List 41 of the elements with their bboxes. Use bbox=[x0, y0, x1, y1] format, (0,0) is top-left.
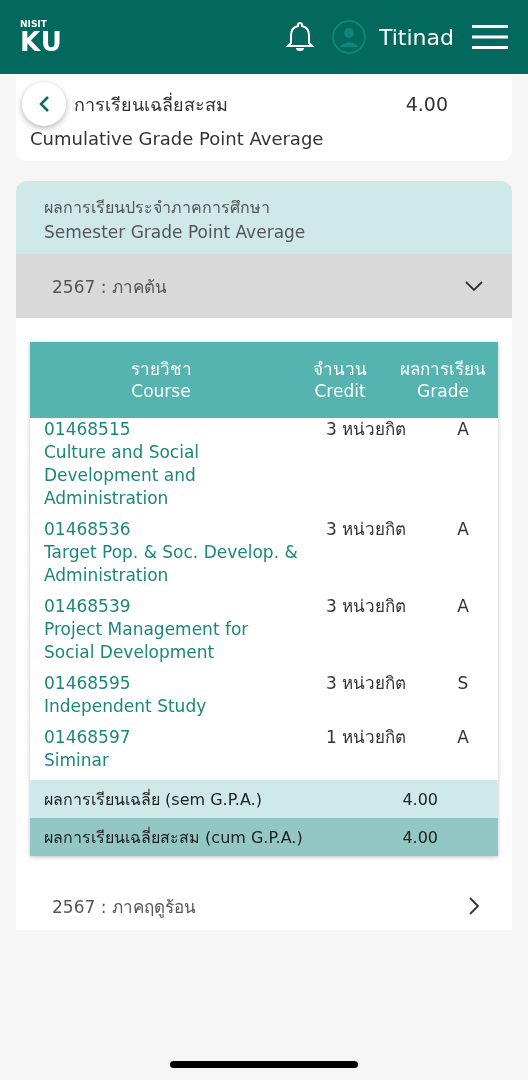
course-code: 01468597 bbox=[44, 726, 132, 749]
cumulative-label-english: Cumulative Grade Point Average bbox=[30, 128, 325, 149]
grade-cell-text: A bbox=[456, 595, 470, 618]
semester-title-english: Semester Grade Point Average bbox=[44, 222, 307, 242]
credit-cell-text: 3 หน่วยกิต bbox=[324, 672, 408, 695]
credit-cell-text: 3 หน่วยกิต bbox=[324, 518, 408, 541]
course-name: Culture and Social Development and Administration bbox=[44, 441, 201, 510]
menu-icon[interactable] bbox=[472, 24, 508, 50]
grade-cell-text: A bbox=[456, 418, 470, 441]
logo[interactable]: NISIT KU bbox=[20, 19, 63, 55]
logo-text: KU bbox=[20, 28, 63, 55]
semester-title: ผลการเรียนประจำภาคการศึกษา bbox=[44, 197, 271, 219]
grade-cell-text: S bbox=[456, 672, 470, 695]
gpa-label: ผลการเรียนเฉลี่ยสะสม (cum G.P.A.) bbox=[44, 826, 303, 849]
course-code: 01468595 bbox=[44, 672, 132, 695]
cumulative-label: การเรียนเฉลี่ยสะสม bbox=[74, 91, 229, 117]
course-code: 01468536 bbox=[44, 518, 132, 541]
grade-cell-text: A bbox=[456, 518, 470, 541]
course-name: Target Pop. & Soc. Develop. & Administration bbox=[44, 541, 299, 587]
column-header: รายวิชา Course bbox=[129, 357, 193, 403]
credit-cell-text: 3 หน่วยกิต bbox=[324, 595, 408, 618]
column-header: จำนวน Credit bbox=[312, 357, 368, 403]
gpa-label: ผลการเรียนเฉลี่ย (sem G.P.A.) bbox=[44, 788, 262, 811]
semester-accordion[interactable]: 2567 : ภาคต้น bbox=[16, 254, 512, 318]
gpa-value: 4.00 bbox=[402, 789, 438, 809]
grade-cell-text: A bbox=[456, 726, 470, 749]
chevron-left-icon bbox=[38, 95, 50, 113]
user-name[interactable]: Titinad bbox=[379, 24, 454, 50]
credit-cell-text: 1 หน่วยกิต bbox=[324, 726, 408, 749]
credit-cell-text: 3 หน่วยกิต bbox=[324, 418, 408, 441]
gpa-value: 4.00 bbox=[402, 827, 438, 847]
column-header: ผลการเรียน Grade bbox=[399, 357, 487, 403]
logo-caption: NISIT bbox=[20, 19, 48, 29]
course-name: Siminar bbox=[44, 749, 110, 772]
notification-bell-icon[interactable] bbox=[283, 20, 317, 54]
back-button[interactable] bbox=[22, 82, 66, 126]
course-name: Project Management for Social Development bbox=[44, 618, 250, 664]
course-code: 01468515 bbox=[44, 418, 132, 441]
course-name: Independent Study bbox=[44, 695, 208, 718]
course-code: 01468539 bbox=[44, 595, 132, 618]
cumulative-gpa: 4.00 bbox=[405, 93, 448, 115]
